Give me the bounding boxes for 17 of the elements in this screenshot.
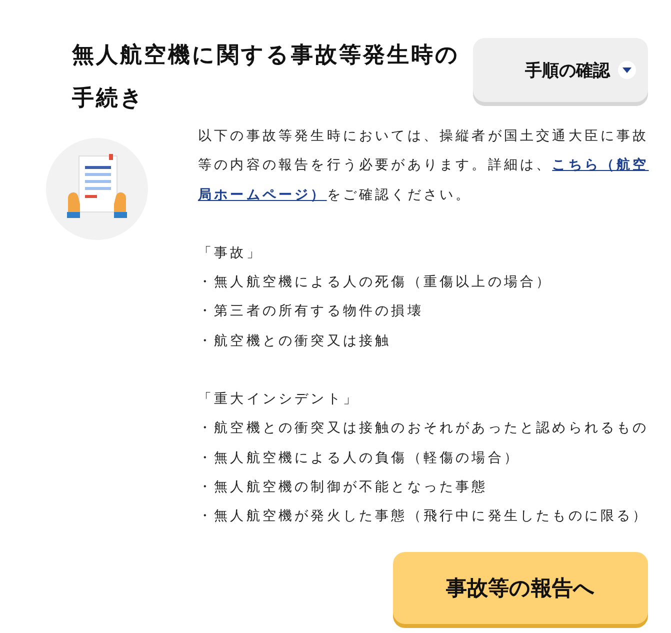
aviation-bureau-link[interactable]: 局ホームページ） bbox=[198, 186, 327, 203]
caret-icon bbox=[618, 61, 636, 79]
category-heading: 「事故」 bbox=[198, 244, 264, 263]
report-button[interactable]: 事故等の報告へ bbox=[393, 552, 648, 624]
list-item: ・無人航空機による人の死傷（重傷以上の場合） bbox=[198, 273, 554, 292]
document-in-hands-icon bbox=[46, 138, 148, 240]
list-item: ・無人航空機による人の負傷（軽傷の場合） bbox=[198, 448, 521, 468]
list-item: ・第三者の所有する物件の損壊 bbox=[198, 302, 424, 322]
list-item: ・無人航空機が発火した事態（飛行中に発生したものに限る） bbox=[198, 507, 650, 526]
list-item: ・航空機との衝突又は接触 bbox=[198, 332, 392, 351]
category-heading: 「重大インシデント」 bbox=[198, 390, 360, 410]
section-title: 無人航空機に関する事故等発生時の手続き bbox=[72, 42, 461, 113]
list-item: ・航空機との衝突又は接触のおそれがあったと認められるもの bbox=[198, 419, 650, 438]
procedure-toggle-button[interactable]: 手順の確認 bbox=[473, 38, 648, 102]
intro-paragraph: 以下の事故等発生時においては、操縦者が国土交通大臣に事故等の内容の報告を行う必要があります。詳細は、こちら（航空 局ホームページ）をご確認ください。 bbox=[198, 127, 650, 205]
list-item: ・無人航空機の制御が不能となった事態 bbox=[198, 478, 489, 497]
aviation-bureau-link[interactable]: こちら（航空 bbox=[552, 157, 649, 174]
